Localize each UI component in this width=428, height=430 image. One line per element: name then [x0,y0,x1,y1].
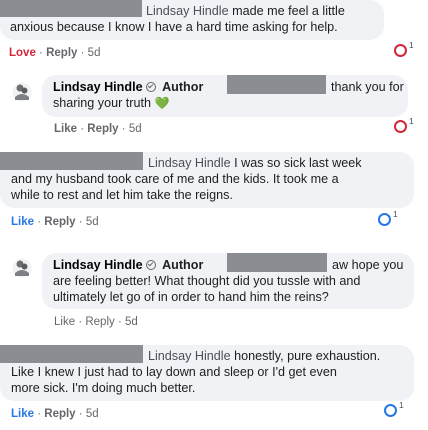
avatar-icon [12,82,32,102]
timestamp[interactable]: 5d [88,47,101,59]
verified-check-icon [145,260,156,270]
comment-actions: Like · Reply · 5d [54,123,142,135]
comment-text-line-1: Lindsay Hindle honestly, pure exhaustion… [148,349,381,363]
like-button[interactable]: Like [54,316,75,328]
like-reaction-icon [378,213,391,226]
comment-text-line-1: Lindsay Hindle Author [53,258,203,272]
author-badge: Author [162,80,204,94]
redacted-name [227,75,326,94]
timestamp[interactable]: 5d [86,408,99,420]
reaction-summary[interactable]: 1 [378,209,406,227]
verified-check-icon [145,82,156,92]
redacted-name [0,345,143,363]
reply-button[interactable]: Reply [44,216,75,228]
love-reaction-icon [394,44,407,57]
comment-text-line-2: anxious because I know I have a hard tim… [10,20,338,34]
comment-text-line-2: and my husband took care of me and the k… [11,172,339,186]
avatar-icon [12,258,32,278]
reply-button[interactable]: Reply [85,316,114,328]
mentioned-author-name[interactable]: Lindsay Hindle [146,4,229,18]
reaction-summary[interactable]: 1 [394,40,422,58]
comment-actions: Love · Reply · 5d [9,47,101,59]
reaction-summary[interactable]: 1 [394,116,422,134]
reply-button[interactable]: Reply [44,408,75,420]
redacted-name [0,152,143,170]
comment-text-line-1: Lindsay Hindle I was so sick last week [148,156,362,170]
comment-actions: Like · Reply · 5d [11,408,99,420]
comment-text-line-2: Like I knew I just had to lay down and s… [11,365,337,379]
author-name[interactable]: Lindsay Hindle [53,80,143,94]
comment-actions: Like · Reply · 5d [54,316,138,328]
comment-text-line-3: ultimately let go of in order to hand hi… [53,290,329,304]
timestamp[interactable]: 5d [86,216,99,228]
timestamp[interactable]: 5d [129,123,142,135]
avatar[interactable] [12,258,32,278]
redacted-name [0,0,142,17]
like-button[interactable]: Like [11,216,34,228]
mentioned-author-name[interactable]: Lindsay Hindle [148,349,231,363]
comment-actions: Like · Reply · 5d [11,216,99,228]
comment-text-line-3: while to rest and let him take the reign… [11,188,233,202]
author-badge: Author [162,258,204,272]
comment-text-line-3: more sick. I'm doing much better. [11,381,196,395]
mentioned-author-name[interactable]: Lindsay Hindle [148,156,231,170]
like-button[interactable]: Like [54,123,77,135]
like-reaction-icon [384,404,397,417]
comment-text-line-1b: aw hope you [332,258,404,272]
love-reaction-icon [394,120,407,133]
redacted-name [227,253,327,272]
timestamp[interactable]: 5d [125,316,138,328]
comment-text-line-2: sharing your truth 💚 [53,96,170,110]
comment-text-line-2: are feeling better! What thought did you… [53,274,361,288]
reply-button[interactable]: Reply [87,123,118,135]
love-button[interactable]: Love [9,47,36,59]
reply-button[interactable]: Reply [46,47,77,59]
comment-text-line-1: Lindsay Hindle made me feel a little [146,4,345,18]
reaction-summary[interactable]: 1 [384,400,412,418]
avatar[interactable] [12,82,32,102]
comment-text-line-1: Lindsay Hindle Author [53,80,203,94]
comment-text-line-1b: thank you for [331,80,404,94]
like-button[interactable]: Like [11,408,34,420]
green-heart-emoji: 💚 [154,96,170,110]
author-name[interactable]: Lindsay Hindle [53,258,143,272]
